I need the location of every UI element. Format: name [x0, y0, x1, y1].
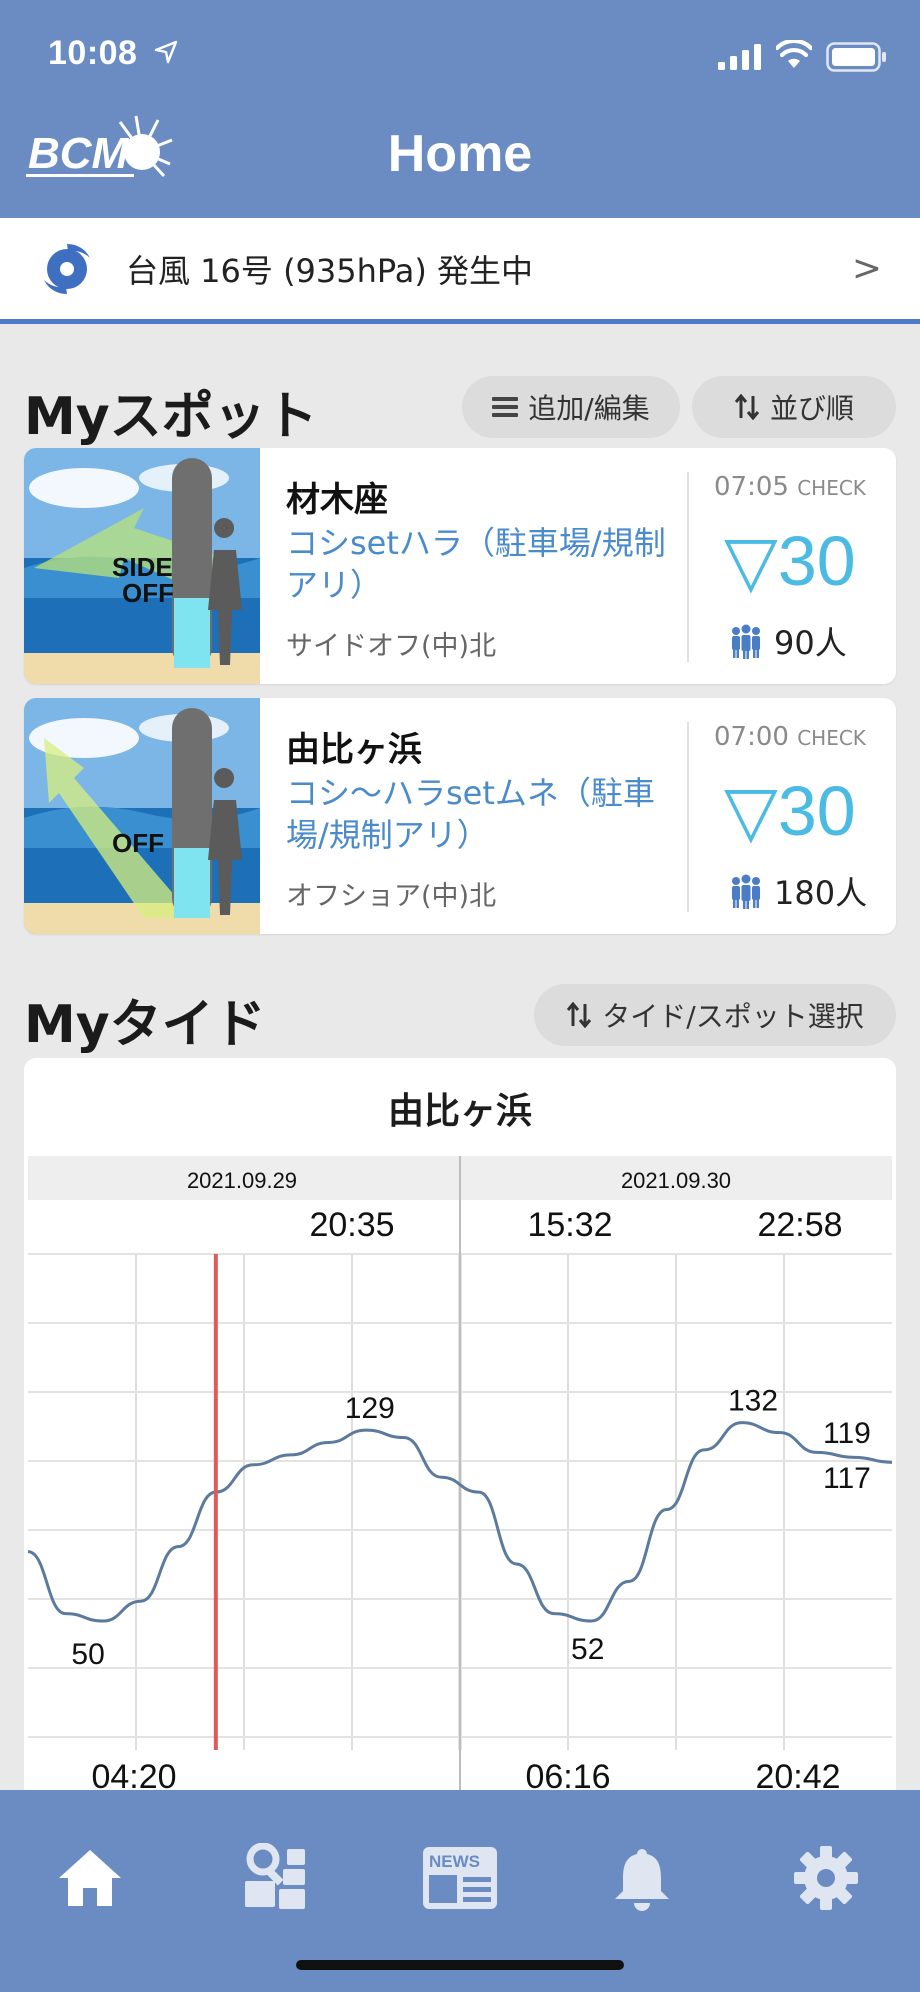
tide-extreme-label: 132	[728, 1385, 778, 1418]
mytide-heading: Myタイド	[24, 995, 266, 1055]
home-icon	[59, 1850, 121, 1906]
chevron-right-icon: >	[851, 248, 882, 289]
people-icon	[732, 624, 760, 659]
cellular-signal-icon	[718, 44, 761, 70]
typhoon-alert-banner[interactable]: 台風 16号 (935hPa) 発生中 >	[0, 218, 920, 324]
tide-spot-select-button[interactable]: タイド/スポット選択	[534, 984, 896, 1046]
home-indicator	[296, 1960, 624, 1970]
spot-wind: オフショア(中)北	[286, 881, 497, 912]
add-edit-label: 追加/編集	[528, 392, 650, 425]
myspot-heading: Myスポット	[24, 387, 318, 447]
wave-height: ▽30	[724, 522, 856, 600]
wifi-icon	[776, 40, 812, 68]
news-icon: NEWS	[423, 1847, 497, 1909]
nav-settings[interactable]	[766, 1818, 886, 1938]
spot-thumbnail-side-off: SIDE OFF	[24, 448, 260, 684]
tide-date-label: 2021.09.29	[187, 1168, 297, 1193]
svg-text:NEWS: NEWS	[429, 1852, 480, 1871]
tide-extreme-label: 50	[71, 1638, 104, 1671]
sort-arrows-icon	[567, 1002, 592, 1028]
high-tide-time: 22:58	[757, 1206, 842, 1244]
page-title: Home	[387, 125, 533, 183]
wave-height: ▽30	[724, 772, 856, 850]
tide-extreme-label: 129	[345, 1392, 395, 1425]
location-arrow-icon	[154, 40, 178, 64]
card-divider	[687, 472, 689, 662]
list-icon	[492, 397, 519, 417]
people-icon	[732, 874, 760, 909]
spot-name: 由比ヶ浜	[286, 730, 422, 770]
gear-icon	[794, 1846, 858, 1910]
typhoon-icon	[44, 243, 90, 294]
tide-extreme-label: 119	[823, 1417, 871, 1450]
sort-button[interactable]: 並び順	[692, 376, 896, 438]
status-time: 10:08	[48, 34, 138, 72]
svg-text:OFF: OFF	[122, 578, 174, 608]
tide-card: 由比ヶ浜 2021.09.29 2021.09.30 20:35 15:32 22:58…	[24, 1058, 896, 1800]
bell-icon	[615, 1849, 669, 1911]
tide-extreme-label: 52	[571, 1633, 604, 1666]
spot-condition: コシ〜ハラsetムネ（駐車場/規制アリ）	[286, 774, 655, 854]
svg-text:OFF: OFF	[112, 828, 164, 858]
high-tide-time: 20:35	[309, 1206, 394, 1244]
add-edit-button[interactable]: 追加/編集	[462, 376, 680, 438]
check-time: 07:00 CHECK	[714, 722, 866, 752]
surf-spot-icon	[245, 1843, 305, 1909]
tide-date-label: 2021.09.30	[621, 1168, 731, 1193]
high-tide-time: 15:32	[527, 1206, 612, 1244]
tide-chart: 2021.09.29 2021.09.3020:35 15:32 22:5804:20…	[27, 1156, 893, 1800]
nav-news[interactable]: NEWS	[400, 1818, 520, 1938]
spot-card[interactable]: SIDE OFF 材木座 コシsetハラ（駐車場/規制アリ） サイドオフ(中)北…	[24, 448, 896, 684]
people-count: 90人	[728, 618, 847, 664]
alert-text: 台風 16号 (935hPa) 発生中	[126, 251, 534, 290]
nav-home[interactable]	[30, 1818, 150, 1938]
card-divider	[687, 722, 689, 912]
check-time: 07:05 CHECK	[714, 472, 866, 502]
spot-name: 材木座	[286, 480, 388, 520]
spot-wind: サイドオフ(中)北	[286, 631, 497, 662]
tide-extreme-label: 117	[823, 1462, 871, 1495]
battery-icon	[826, 42, 886, 72]
people-count: 180人	[728, 868, 867, 914]
nav-spot-search[interactable]	[216, 1818, 336, 1938]
spot-card[interactable]: OFF 由比ヶ浜 コシ〜ハラsetムネ（駐車場/規制アリ） オフショア(中)北 …	[24, 698, 896, 934]
sort-arrows-icon	[734, 394, 760, 420]
spot-condition: コシsetハラ（駐車場/規制アリ）	[286, 524, 666, 604]
spot-thumbnail-off: OFF	[24, 698, 260, 934]
nav-notifications[interactable]	[582, 1818, 702, 1938]
sort-label: 並び順	[769, 392, 854, 425]
tide-select-label: タイド/スポット選択	[602, 1000, 864, 1033]
